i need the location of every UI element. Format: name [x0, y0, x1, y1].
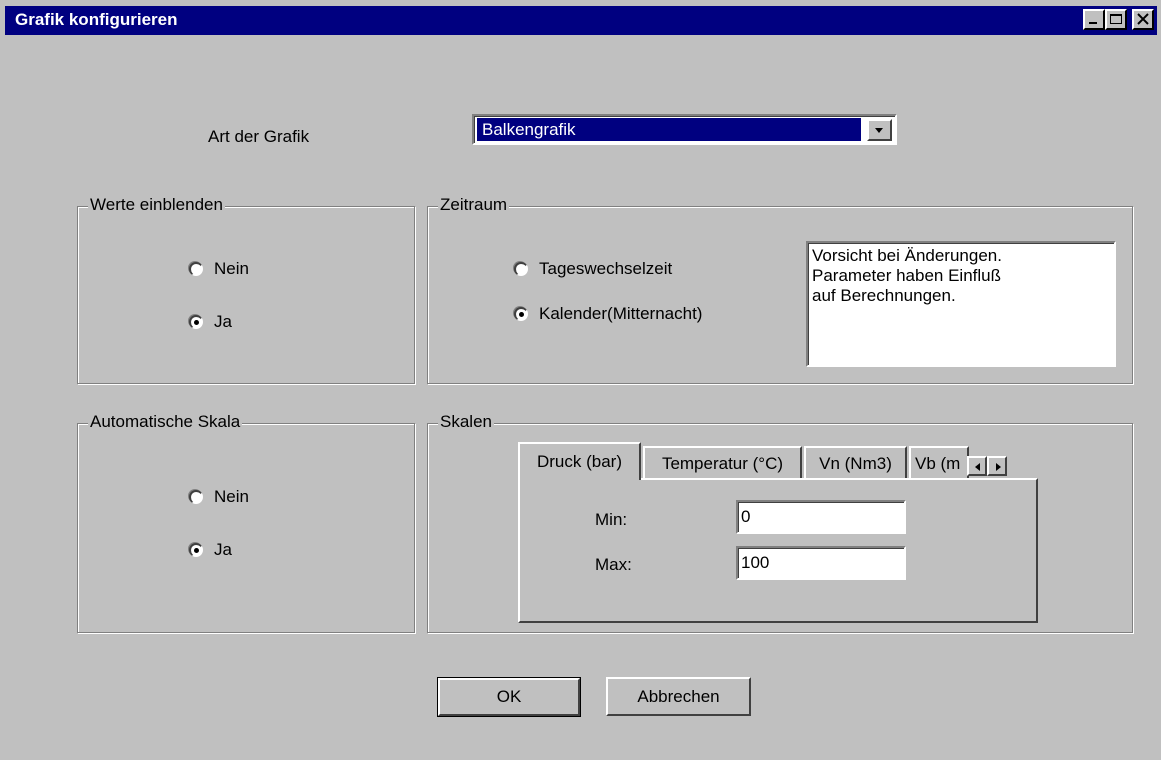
window-title: Grafik konfigurieren — [15, 10, 178, 29]
max-label: Max: — [595, 555, 632, 574]
ok-button[interactable]: OK — [437, 677, 581, 717]
radio-unchecked-icon — [514, 262, 528, 276]
chart-type-selected-highlight: Balkengrafik — [476, 117, 862, 142]
tab-scroll-right-button[interactable] — [987, 456, 1007, 476]
period-group-legend: Zeitraum — [438, 195, 510, 215]
tab-scroll-left-button[interactable] — [967, 456, 987, 476]
arrow-right-icon — [996, 463, 1001, 471]
cancel-button[interactable]: Abbrechen — [606, 677, 751, 716]
auto-scale-group: Automatische Skala Nein Ja — [77, 412, 415, 633]
max-input[interactable]: 100 — [736, 546, 906, 580]
chart-type-label: Art der Grafik — [208, 127, 310, 146]
dialog-window: Grafik konfigurieren Art der Grafik Balk… — [0, 0, 1161, 760]
close-button[interactable] — [1132, 9, 1154, 30]
radio-checked-icon — [189, 315, 203, 329]
period-kalender-radio[interactable]: Kalender(Mitternacht) — [514, 304, 702, 324]
minimize-icon — [1089, 22, 1097, 24]
values-nein-label: Nein — [214, 259, 249, 278]
scales-tab-control: Druck (bar) Temperatur (°C) Vn (Nm3) Vb … — [518, 442, 1038, 626]
period-kalender-label: Kalender(Mitternacht) — [539, 304, 703, 323]
chart-type-value: Balkengrafik — [482, 120, 576, 139]
auto-scale-nein-radio[interactable]: Nein — [189, 487, 249, 507]
period-tageswechselzeit-label: Tageswechselzeit — [539, 259, 673, 278]
values-nein-radio[interactable]: Nein — [189, 259, 249, 279]
dialog-content: Art der Grafik Balkengrafik Werte einble… — [10, 35, 1161, 756]
title-bar[interactable]: Grafik konfigurieren — [5, 6, 1157, 35]
auto-scale-ja-label: Ja — [214, 540, 232, 559]
auto-scale-group-legend: Automatische Skala — [88, 412, 243, 432]
values-group-legend: Werte einblenden — [88, 195, 225, 215]
radio-unchecked-icon — [189, 490, 203, 504]
maximize-icon — [1110, 14, 1122, 24]
chart-type-select[interactable]: Balkengrafik — [472, 114, 897, 145]
radio-unchecked-icon — [189, 262, 203, 276]
warning-line-3: auf Berechnungen. — [812, 286, 956, 305]
arrow-left-icon — [975, 463, 980, 471]
scales-group: Skalen Druck (bar) Temperatur (°C) Vn (N… — [427, 412, 1133, 633]
warning-line-2: Parameter haben Einfluß — [812, 266, 1001, 285]
scales-group-legend: Skalen — [438, 412, 494, 432]
tab-druck[interactable]: Druck (bar) — [518, 442, 641, 480]
tab-temperatur[interactable]: Temperatur (°C) — [643, 446, 802, 480]
period-tageswechselzeit-radio[interactable]: Tageswechselzeit — [514, 259, 672, 279]
values-group: Werte einblenden Nein Ja — [77, 195, 415, 384]
warning-line-1: Vorsicht bei Änderungen. — [812, 246, 1002, 265]
minimize-button[interactable] — [1083, 9, 1105, 30]
values-ja-label: Ja — [214, 312, 232, 331]
radio-checked-icon — [514, 307, 528, 321]
min-input[interactable]: 0 — [736, 500, 906, 534]
min-label: Min: — [595, 510, 628, 529]
period-group: Zeitraum Tageswechselzeit Kalender(Mitte… — [427, 195, 1133, 384]
tab-page-druck: Min: 0 Max: 100 — [518, 478, 1038, 623]
period-warning-textbox[interactable]: Vorsicht bei Änderungen. Parameter haben… — [806, 241, 1116, 367]
chevron-down-icon — [875, 128, 883, 133]
chart-type-dropdown-button[interactable] — [867, 119, 892, 141]
maximize-button[interactable] — [1105, 9, 1127, 30]
tab-vn[interactable]: Vn (Nm3) — [804, 446, 907, 480]
close-icon — [1137, 13, 1149, 25]
radio-checked-icon — [189, 543, 203, 557]
auto-scale-nein-label: Nein — [214, 487, 249, 506]
tab-vb[interactable]: Vb (m — [909, 446, 969, 480]
values-ja-radio[interactable]: Ja — [189, 312, 232, 332]
auto-scale-ja-radio[interactable]: Ja — [189, 540, 232, 560]
